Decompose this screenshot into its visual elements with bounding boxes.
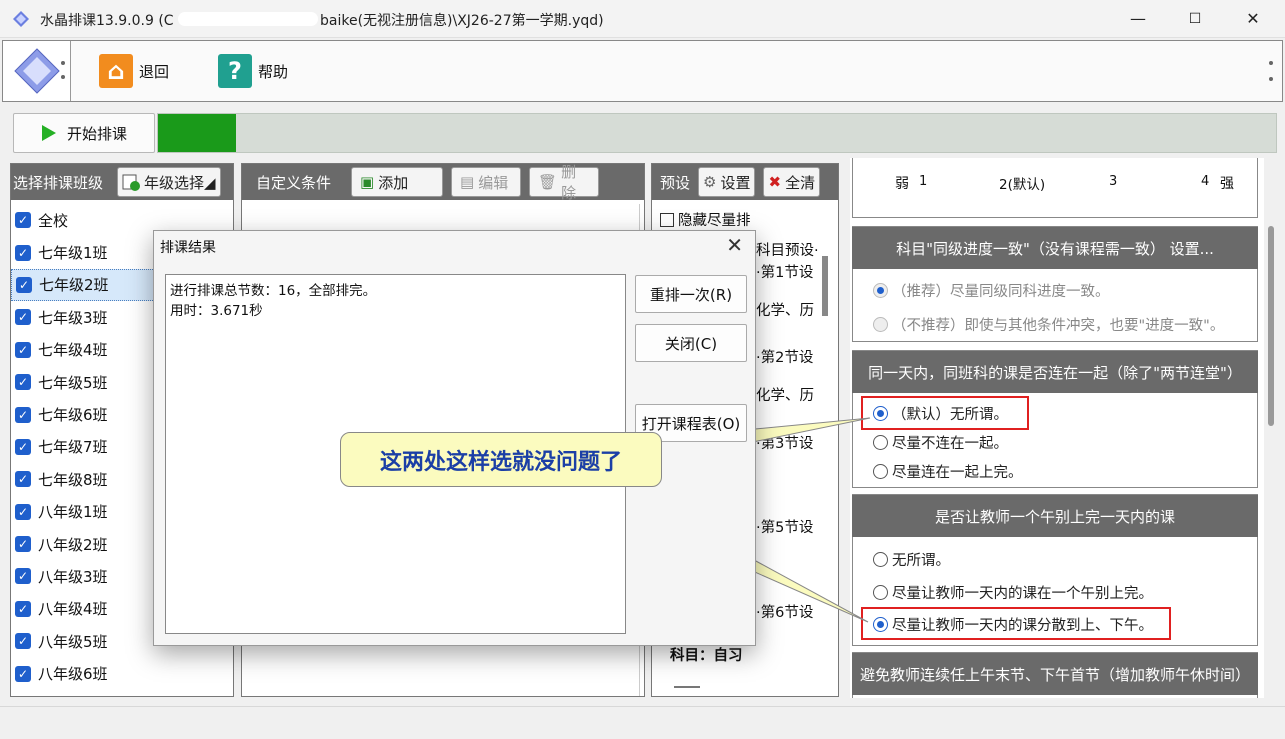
annotation-callout: 这两处这样选就没问题了 bbox=[340, 432, 662, 487]
result-line-time: 用时：3.671秒 bbox=[170, 303, 263, 319]
close-dialog-button[interactable]: 关闭(C) bbox=[635, 324, 747, 362]
status-bar bbox=[0, 706, 1285, 739]
dialog-close-icon[interactable]: ✕ bbox=[726, 233, 743, 257]
dialog-title: 排课结果 bbox=[160, 240, 216, 256]
rerun-button[interactable]: 重排一次(R) bbox=[635, 275, 747, 313]
result-line-total: 进行排课总节数：16，全部排完。 bbox=[170, 283, 377, 299]
